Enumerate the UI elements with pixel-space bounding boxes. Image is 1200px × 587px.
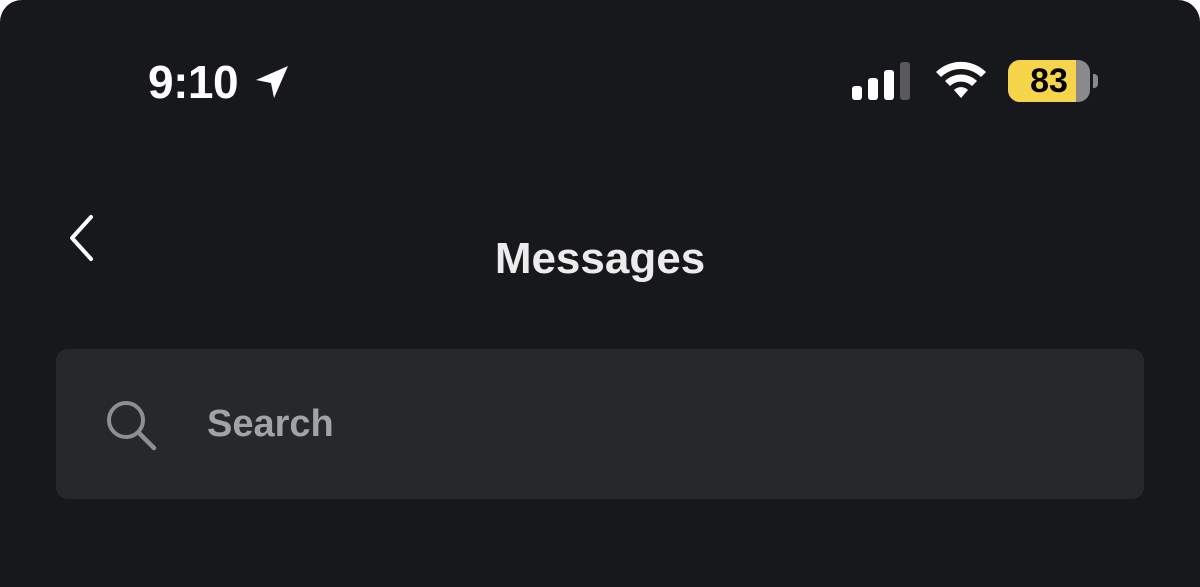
battery-level-text: 83 <box>1030 62 1068 100</box>
status-bar: 9:10 83 <box>0 0 1200 160</box>
search-icon <box>107 401 157 451</box>
search-input[interactable] <box>207 399 1107 449</box>
signal-bar <box>900 62 910 100</box>
location-arrow-icon <box>256 66 289 98</box>
status-time: 9:10 <box>148 56 239 108</box>
battery-indicator: 83 <box>1008 60 1098 102</box>
messages-screen: 9:10 83 Messages <box>0 0 1200 587</box>
signal-bar <box>884 70 894 100</box>
signal-bar <box>868 78 878 100</box>
status-time-group: 9:10 <box>148 54 292 110</box>
page-title: Messages <box>494 234 706 283</box>
battery-cap <box>1093 74 1098 88</box>
battery-body: 83 <box>1008 60 1090 102</box>
cellular-signal-icon <box>852 62 910 100</box>
signal-bar <box>852 86 862 100</box>
wifi-icon <box>936 61 986 98</box>
